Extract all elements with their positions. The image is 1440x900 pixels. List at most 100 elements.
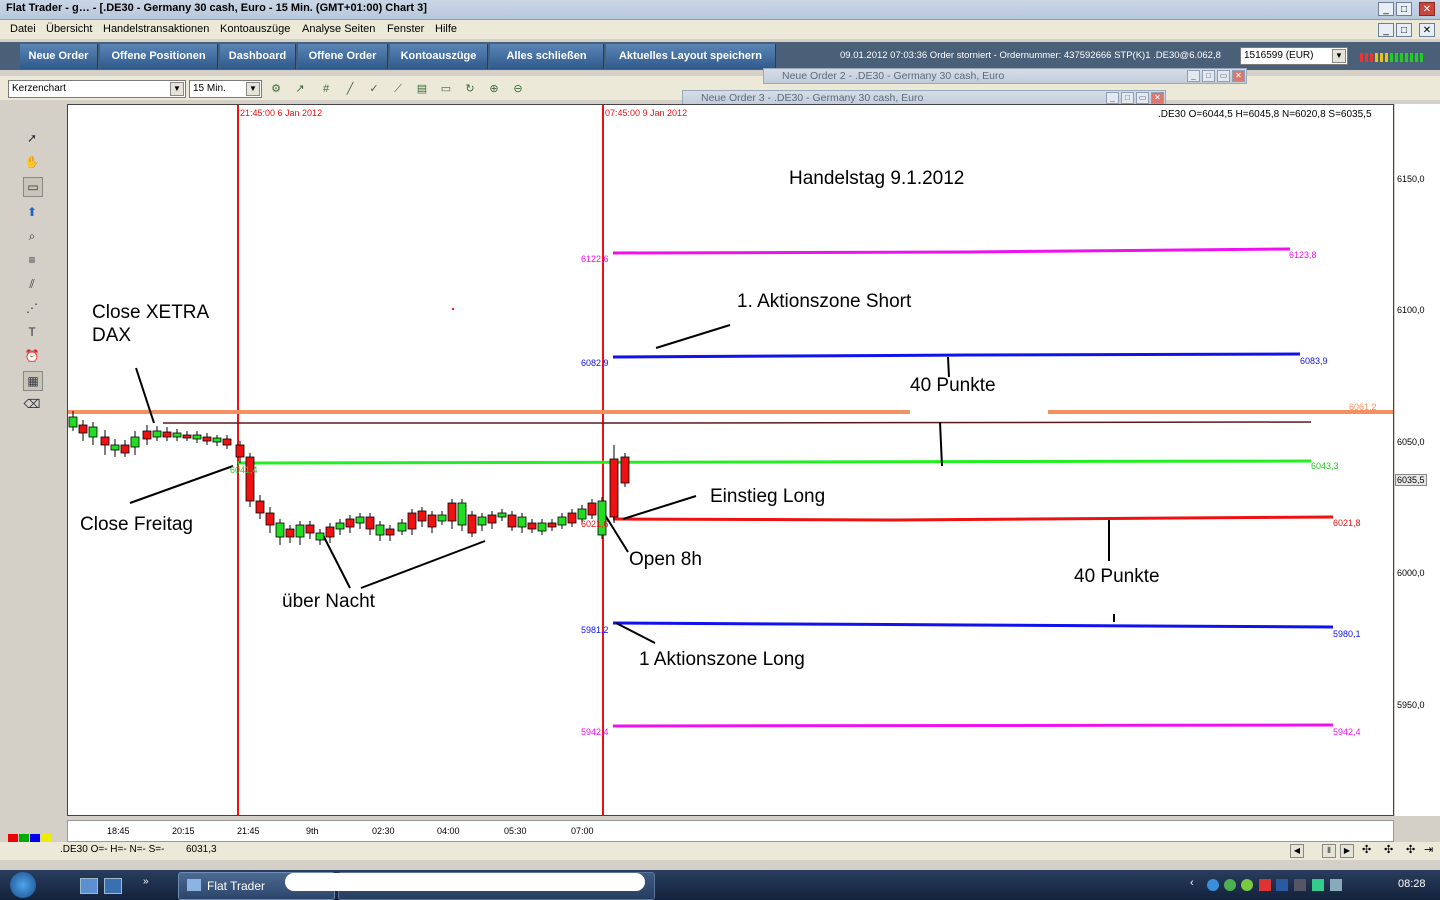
- child-restore-button[interactable]: □: [1396, 23, 1412, 37]
- print-icon[interactable]: ▭: [438, 81, 454, 97]
- arrow-up-icon[interactable]: ⬆: [23, 203, 41, 221]
- price-chart[interactable]: .DE30 O=6044,5 H=6045,8 N=6020,8 S=6035,…: [67, 104, 1394, 816]
- price-axis: 6150,0 6100,0 6050,0 6000,0 5950,0 6035,…: [1395, 104, 1440, 816]
- eraser-icon[interactable]: ⌫: [23, 395, 41, 413]
- alles-schliessen-button[interactable]: Alles schließen: [490, 44, 604, 69]
- refresh-icon[interactable]: ↻: [462, 81, 478, 97]
- level-right-label-orange: 6061,2: [1349, 402, 1377, 412]
- maximize-button[interactable]: □: [1396, 2, 1412, 16]
- zoom-out-icon[interactable]: ⊖: [510, 81, 526, 97]
- menu-uebersicht[interactable]: Übersicht: [46, 23, 92, 35]
- restore-icon[interactable]: □: [1202, 70, 1215, 82]
- minimize-icon[interactable]: _: [1106, 92, 1119, 104]
- chart-type-select[interactable]: Kerzenchart: [8, 80, 186, 98]
- menu-fenster[interactable]: Fenster: [387, 23, 424, 35]
- draw-line-icon[interactable]: ╱: [342, 81, 358, 97]
- indicator-icon[interactable]: ⚙: [268, 81, 284, 97]
- chart-line-icon[interactable]: ⟋: [390, 81, 406, 97]
- layout-speichern-button[interactable]: Aktuelles Layout speichern: [606, 44, 776, 69]
- child-minimize-button[interactable]: _: [1378, 23, 1394, 37]
- explorer-icon[interactable]: [104, 878, 122, 894]
- close-icon[interactable]: ✕: [1151, 92, 1164, 104]
- scroll-thumb-icon[interactable]: ⦀: [1322, 844, 1336, 858]
- candle-body: [385, 528, 395, 536]
- document-icon[interactable]: ▤: [414, 81, 430, 97]
- channel-icon[interactable]: ⋰: [23, 299, 41, 317]
- grid-icon[interactable]: #: [318, 81, 334, 97]
- time-tick: 21:45: [237, 826, 260, 836]
- check-icon[interactable]: ✓: [366, 81, 382, 97]
- candle-body: [182, 434, 192, 439]
- menu-kontoauszuege[interactable]: Kontoauszüge: [220, 23, 290, 35]
- cursor-icon[interactable]: ➚: [23, 129, 41, 147]
- candle-body: [457, 502, 467, 526]
- child-close-button[interactable]: ✕: [1419, 23, 1435, 37]
- taskbar-app-label: Flat Trader: [207, 879, 266, 893]
- candle-body: [577, 508, 587, 520]
- candle-body: [130, 436, 140, 448]
- more-icon[interactable]: »: [143, 876, 149, 887]
- horizontal-line-icon[interactable]: ▭: [23, 177, 43, 197]
- hand-icon[interactable]: ✋: [23, 153, 41, 171]
- candle-body: [567, 512, 577, 524]
- level-left-label-magenta-lower: 5942,4: [581, 727, 609, 737]
- maximize-icon[interactable]: ▭: [1136, 92, 1149, 104]
- price-tick: 6050,0: [1397, 437, 1425, 447]
- windows-start-icon[interactable]: [10, 872, 36, 898]
- chevron-down-icon[interactable]: ▼: [1332, 49, 1346, 63]
- window-titlebar: Flat Trader - g… - [.DE30 - Germany 30 c…: [0, 0, 1440, 20]
- current-price-marker: 6035,5: [1395, 474, 1427, 486]
- scroll-left-icon[interactable]: ◀: [1290, 844, 1304, 858]
- dashboard-button[interactable]: Dashboard: [220, 44, 296, 69]
- chevron-down-icon[interactable]: ▼: [246, 82, 260, 96]
- fibonacci-icon[interactable]: ≡: [23, 251, 41, 269]
- neue-order-2-window[interactable]: Neue Order 2 - .DE30 - Germany 30 cash, …: [763, 68, 1247, 84]
- zoom-in-icon[interactable]: ✣: [1362, 843, 1371, 856]
- pan-icon[interactable]: ✣: [1406, 843, 1415, 856]
- windows-taskbar: » Flat Trader ‹ 08:28: [0, 870, 1440, 900]
- vline-label-1: 21:45:00 6 Jan 2012: [240, 108, 323, 118]
- offene-order-button[interactable]: Offene Order: [298, 44, 388, 69]
- menu-datei[interactable]: Datei: [10, 23, 36, 35]
- minimize-button[interactable]: _: [1378, 2, 1394, 16]
- system-tray-icons[interactable]: [1206, 877, 1356, 893]
- candle-body: [172, 432, 182, 438]
- zoom-out-icon[interactable]: ✣: [1384, 843, 1393, 856]
- menu-hilfe[interactable]: Hilfe: [435, 23, 457, 35]
- close-icon[interactable]: ✕: [1232, 70, 1245, 82]
- annotation-open-8h: Open 8h: [629, 549, 702, 570]
- restore-icon[interactable]: □: [1121, 92, 1134, 104]
- kontoauszuege-button[interactable]: Kontoauszüge: [390, 44, 488, 69]
- chevron-down-icon[interactable]: ▼: [170, 82, 184, 96]
- maximize-icon[interactable]: ▭: [1217, 70, 1230, 82]
- candle-body: [407, 512, 417, 530]
- magnifier-icon[interactable]: ⌕: [23, 227, 41, 245]
- text-tool-icon[interactable]: T: [23, 323, 41, 341]
- candle-body: [100, 436, 110, 446]
- tray-arrow-icon[interactable]: ‹: [1190, 877, 1194, 889]
- menu-analyse-seiten[interactable]: Analyse Seiten: [302, 23, 375, 35]
- zoom-in-icon[interactable]: ⊕: [486, 81, 502, 97]
- chart-status-bar: .DE30 O=- H=- N=- S=- 6031,3 ◀ ⦀ ▶ ✣ ✣ ✣…: [0, 842, 1440, 860]
- candle-body: [497, 512, 507, 518]
- autoscroll-icon[interactable]: ⇥: [1424, 843, 1433, 856]
- annotation-pointer-3: [360, 540, 486, 589]
- neue-order-button[interactable]: Neue Order: [20, 44, 98, 69]
- alarm-clock-icon[interactable]: ⏰: [23, 347, 41, 365]
- level-left-label-blue-upper: 6082,9: [581, 358, 609, 368]
- candle-body: [477, 516, 487, 526]
- show-desktop-icon[interactable]: [80, 878, 98, 894]
- annotation-einstieg-long: Einstieg Long: [710, 486, 826, 507]
- minimize-icon[interactable]: _: [1187, 70, 1200, 82]
- menu-handelstransaktionen[interactable]: Handelstransaktionen: [103, 23, 209, 35]
- close-button[interactable]: ✕: [1419, 2, 1435, 16]
- fan-icon[interactable]: ⫽: [23, 275, 41, 293]
- scroll-right-icon[interactable]: ▶: [1340, 844, 1354, 858]
- candle-body: [417, 510, 427, 522]
- offene-positionen-button[interactable]: Offene Positionen: [100, 44, 218, 69]
- trend-icon[interactable]: ↗: [292, 81, 308, 97]
- calculator-icon[interactable]: ▦: [23, 371, 43, 391]
- bottom-quote: .DE30 O=- H=- N=- S=-: [60, 844, 165, 855]
- annotation-pointer-6: [939, 421, 943, 467]
- level-right-label-magenta-upper: 6123,8: [1289, 250, 1317, 260]
